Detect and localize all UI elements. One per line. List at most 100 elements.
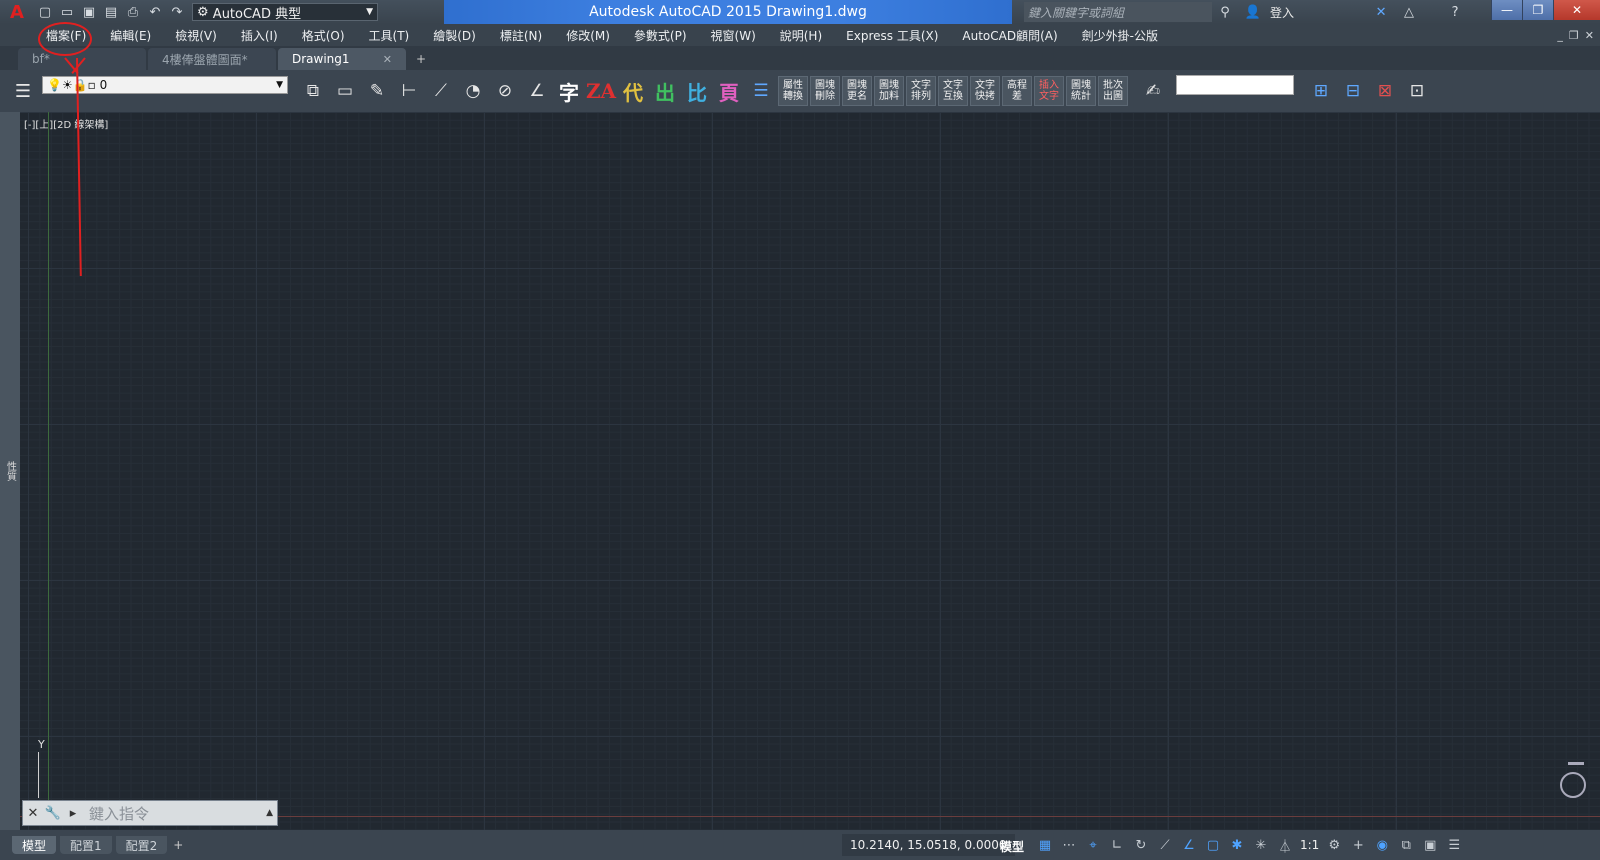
help-icon[interactable]: ?: [1444, 2, 1466, 22]
polar-icon[interactable]: ↻: [1132, 836, 1150, 854]
wrench-icon[interactable]: 🔧: [43, 802, 63, 824]
workspace-dropdown[interactable]: ⚙ AutoCAD 典型 ▼: [192, 3, 378, 22]
auto-scale-icon[interactable]: ✳: [1252, 836, 1270, 854]
viewport-remove-icon[interactable]: ⊟: [1338, 76, 1368, 106]
annotation-scale-icon[interactable]: ⏃: [1276, 836, 1294, 855]
binoculars-icon[interactable]: ⚲: [1214, 2, 1236, 22]
command-input[interactable]: 鍵入指令: [89, 803, 149, 824]
text-quickcopy-button[interactable]: 文字快拷: [970, 76, 1000, 106]
object-snap-icon[interactable]: ▢: [1204, 836, 1222, 854]
redo-icon[interactable]: ↷: [166, 2, 188, 22]
autocad-logo-icon[interactable]: A: [0, 0, 34, 24]
text-arrange-button[interactable]: 文字排列: [906, 76, 936, 106]
aligned-dimension-icon[interactable]: ⟋: [426, 76, 456, 106]
annotation-scale-value[interactable]: 1:1: [1300, 838, 1319, 852]
exchange-icon[interactable]: ✕: [1370, 2, 1392, 22]
tab-layout1[interactable]: 配置1: [60, 836, 112, 854]
menu-edit[interactable]: 編輯(E): [98, 24, 163, 46]
viewport-add-icon[interactable]: ⊞: [1306, 76, 1336, 106]
linear-dimension-icon[interactable]: ⊢: [394, 76, 424, 106]
drawing-canvas[interactable]: [-][上][2D 線架構] Y: [20, 112, 1600, 830]
undo-icon[interactable]: ↶: [144, 2, 166, 22]
tab-4f-plan[interactable]: 4樓俸盤體圖面*: [148, 48, 276, 70]
plus-icon[interactable]: +: [1349, 836, 1367, 854]
user-icon[interactable]: 👤: [1242, 2, 1264, 22]
menu-help[interactable]: 說明(H): [768, 24, 834, 46]
command-history-icon[interactable]: ▸: [63, 802, 83, 824]
text-swap-button[interactable]: 文字互換: [938, 76, 968, 106]
toolbar-text-input[interactable]: [1176, 75, 1294, 95]
navigation-bar-icon[interactable]: [1568, 762, 1584, 765]
batch-plot-button[interactable]: 批次出圖: [1098, 76, 1128, 106]
search-input[interactable]: 鍵入關鍵字或詞組: [1024, 2, 1212, 22]
menu-parametric[interactable]: 參數式(P): [622, 24, 699, 46]
new-tab-plus-icon[interactable]: +: [412, 51, 430, 67]
replace-icon[interactable]: 代: [618, 76, 648, 106]
customize-menu-icon[interactable]: ☰: [1445, 836, 1463, 854]
coordinates-readout[interactable]: 10.2140, 15.0518, 0.0000: [842, 834, 1015, 856]
za-icon[interactable]: ZA: [586, 76, 616, 106]
annotation-visibility-icon[interactable]: ✱: [1228, 836, 1246, 854]
close-icon[interactable]: ✕: [1553, 0, 1600, 20]
layer-properties-icon[interactable]: ☰: [8, 76, 38, 106]
menu-draw[interactable]: 繪製(D): [421, 24, 488, 46]
edit-icon[interactable]: ✍: [1138, 76, 1168, 106]
page-icon[interactable]: 頁: [714, 76, 744, 106]
doc-close-icon[interactable]: ✕: [1585, 29, 1594, 42]
menu-tools[interactable]: 工具(T): [357, 24, 422, 46]
restore-icon[interactable]: ❐: [1522, 0, 1553, 20]
doc-minimize-icon[interactable]: _: [1557, 29, 1563, 42]
menu-dimension[interactable]: 標註(N): [488, 24, 554, 46]
a360-icon[interactable]: △: [1398, 2, 1420, 22]
add-layout-icon[interactable]: +: [173, 838, 183, 852]
viewport-delete-icon[interactable]: ⊠: [1370, 76, 1400, 106]
new-icon[interactable]: ▢: [34, 2, 56, 22]
menu-view[interactable]: 檢視(V): [163, 24, 229, 46]
block-delete-button[interactable]: 圖塊刪除: [810, 76, 840, 106]
close-icon[interactable]: ✕: [383, 53, 392, 66]
open-icon[interactable]: ▭: [56, 2, 78, 22]
properties-palette-strip[interactable]: 性質: [0, 112, 20, 830]
elevation-diff-button[interactable]: 高程差: [1002, 76, 1032, 106]
match-properties-icon[interactable]: ✎: [362, 76, 392, 106]
grid-icon[interactable]: ▦: [1036, 836, 1054, 854]
navigation-wheel-icon[interactable]: [1560, 772, 1586, 798]
block-count-button[interactable]: 圖塊統計: [1066, 76, 1096, 106]
close-icon[interactable]: ✕: [23, 802, 43, 824]
tab-layout2[interactable]: 配置2: [115, 836, 168, 854]
model-space-label[interactable]: 模型: [1000, 838, 1024, 855]
block-material-button[interactable]: 圖塊加料: [874, 76, 904, 106]
menu-window[interactable]: 視窗(W): [699, 24, 768, 46]
print-icon[interactable]: ⎙: [122, 2, 144, 22]
rectangle-icon[interactable]: ▭: [330, 76, 360, 106]
insert-text-button[interactable]: 插入文字: [1034, 76, 1064, 106]
clean-screen-icon[interactable]: ▣: [1421, 836, 1439, 854]
menu-insert[interactable]: 插入(I): [229, 24, 290, 46]
object-tracking-icon[interactable]: ∠: [1180, 836, 1198, 854]
viewport-export-icon[interactable]: ⊡: [1402, 76, 1432, 106]
make-current-icon[interactable]: ⧉: [298, 76, 328, 106]
menu-express-tools[interactable]: Express 工具(X): [834, 24, 950, 46]
block-rename-button[interactable]: 圖塊更名: [842, 76, 872, 106]
hardware-acceleration-icon[interactable]: ⧉: [1397, 836, 1415, 854]
ortho-icon[interactable]: ∟: [1108, 836, 1126, 854]
chevron-up-icon[interactable]: ▲: [266, 808, 273, 818]
scale-icon[interactable]: 比: [682, 76, 712, 106]
snap-icon[interactable]: ⋯: [1060, 836, 1078, 854]
output-icon[interactable]: 出: [650, 76, 680, 106]
list-icon[interactable]: ☰: [746, 76, 776, 106]
save-as-icon[interactable]: ▤: [100, 2, 122, 22]
menu-modify[interactable]: 修改(M): [554, 24, 622, 46]
menu-plugin[interactable]: 劍少外掛-公版: [1070, 24, 1170, 46]
viewport-controls[interactable]: [-][上][2D 線架構]: [24, 116, 108, 131]
tab-drawing1[interactable]: Drawing1 ✕: [278, 48, 406, 70]
minimize-icon[interactable]: —: [1491, 0, 1522, 20]
layer-dropdown[interactable]: 💡☀🔒▫ 0 ▼: [42, 76, 288, 94]
text-icon[interactable]: 字: [554, 76, 584, 106]
menu-format[interactable]: 格式(O): [290, 24, 357, 46]
login-link[interactable]: 登入: [1270, 4, 1294, 21]
gear-icon[interactable]: ⚙: [1325, 836, 1343, 854]
dynamic-input-icon[interactable]: ⌖: [1084, 836, 1102, 854]
angular-icon[interactable]: ∠: [522, 76, 552, 106]
radius-icon[interactable]: ◔: [458, 76, 488, 106]
